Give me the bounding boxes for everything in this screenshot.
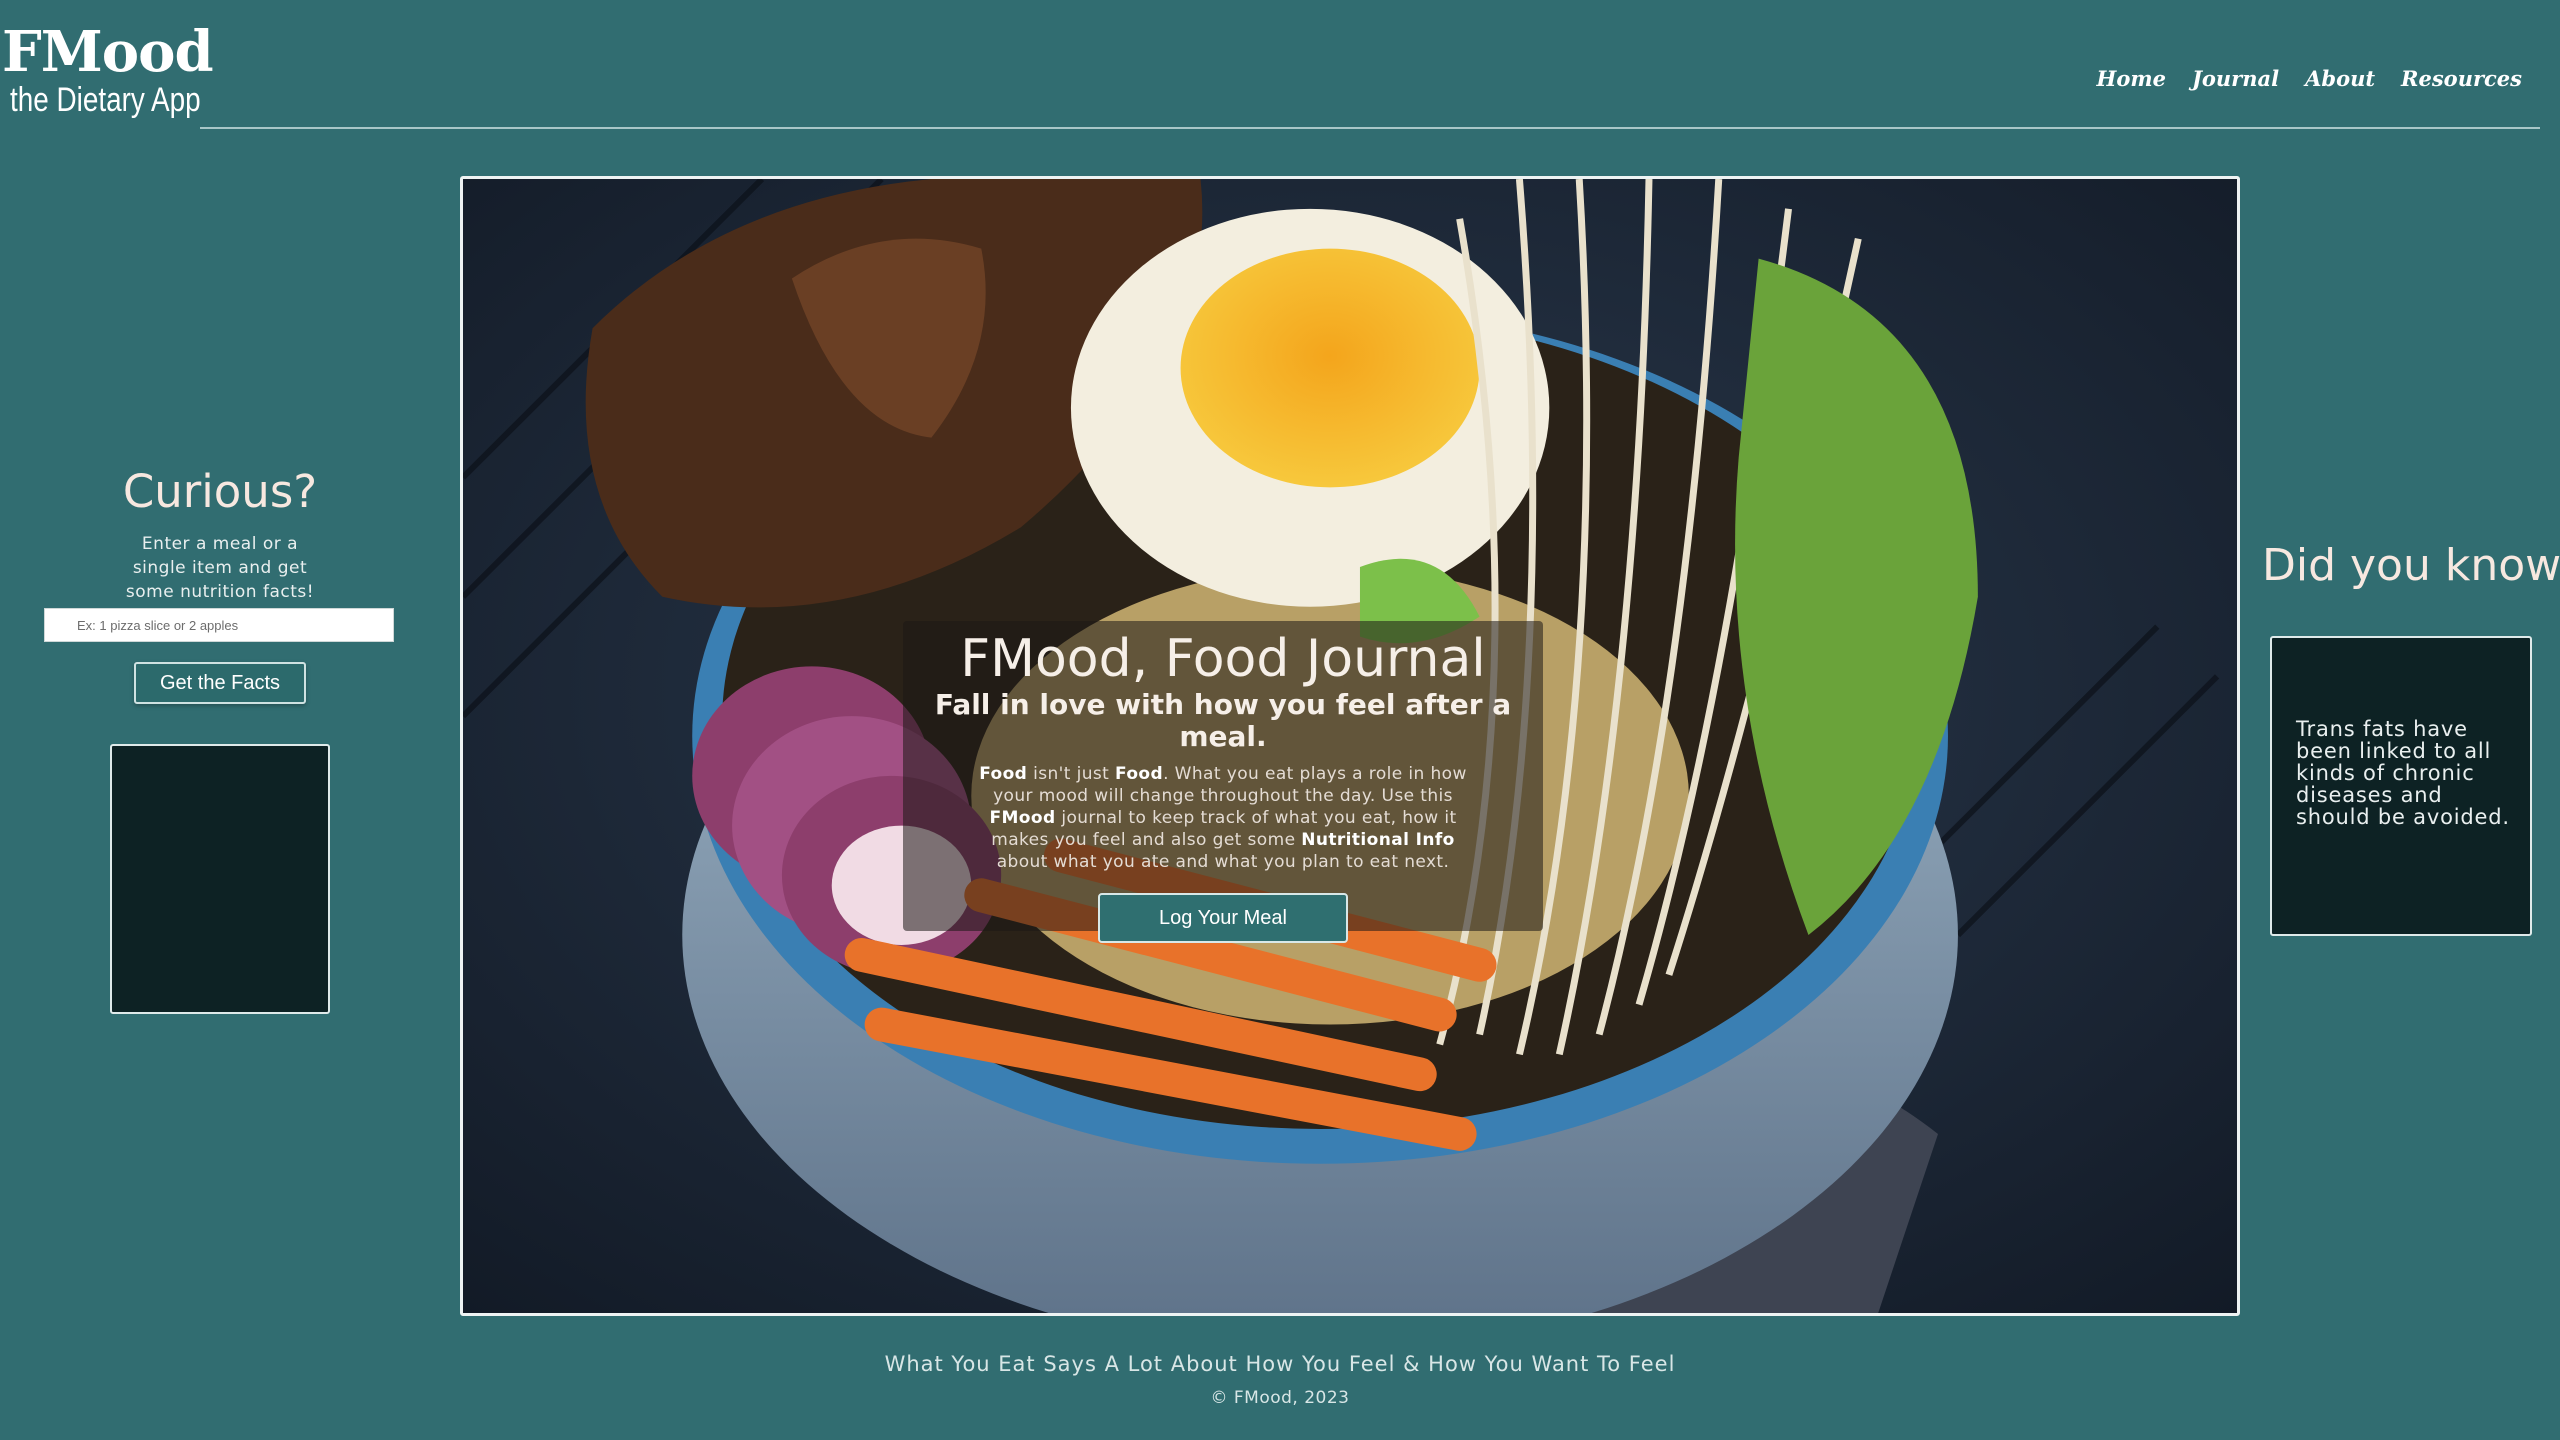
main-nav: Home Journal About Resources (2097, 66, 2522, 91)
nav-journal-link[interactable]: Journal (2192, 66, 2279, 91)
did-you-know-heading: Did you know? (2262, 540, 2560, 591)
fact-text: Trans fats have been linked to all kinds… (2296, 717, 2510, 829)
logo-title: FMood (2, 19, 214, 85)
hero-title: FMood, Food Journal (960, 629, 1486, 689)
nutrition-search-input[interactable] (44, 608, 394, 642)
nav-about-link[interactable]: About (2305, 66, 2375, 91)
nav-home-link[interactable]: Home (2097, 66, 2166, 91)
hero-text-part: FMood (989, 808, 1056, 828)
header-divider (200, 127, 2540, 129)
log-meal-button[interactable]: Log Your Meal (1098, 893, 1348, 943)
hero-text-part: Food (979, 764, 1028, 784)
hero-description: Food isn't just Food. What you eat plays… (973, 763, 1473, 873)
nutrition-results-panel (110, 744, 330, 1014)
app-logo[interactable]: FMood the Dietary App (2, 22, 242, 118)
footer-copyright: © FMood, 2023 (1210, 1388, 1350, 1408)
hero-text-part: Nutritional Info (1301, 830, 1455, 850)
hero-text-part: Food (1115, 764, 1164, 784)
footer-tagline: What You Eat Says A Lot About How You Fe… (884, 1352, 1676, 1376)
get-facts-button[interactable]: Get the Facts (134, 662, 306, 704)
curious-section: Curious? Enter a meal or a single item a… (40, 462, 400, 604)
hero-text-part: about what you ate and what you plan to … (996, 852, 1450, 872)
hero-subtitle: Fall in love with how you feel after a m… (934, 688, 1512, 753)
nav-resources-link[interactable]: Resources (2401, 66, 2522, 91)
fact-panel: Trans fats have been linked to all kinds… (2270, 636, 2532, 936)
logo-subtitle: the Dietary App (10, 81, 201, 119)
curious-description: Enter a meal or a single item and get so… (125, 534, 315, 602)
hero-text-part: isn't just (1027, 764, 1115, 784)
curious-heading: Curious? (122, 465, 318, 518)
page: FMood the Dietary App Home Journal About… (0, 0, 2560, 1440)
hero-banner: FMood, Food Journal Fall in love with ho… (460, 176, 2240, 1316)
hero-card: FMood, Food Journal Fall in love with ho… (903, 621, 1543, 943)
